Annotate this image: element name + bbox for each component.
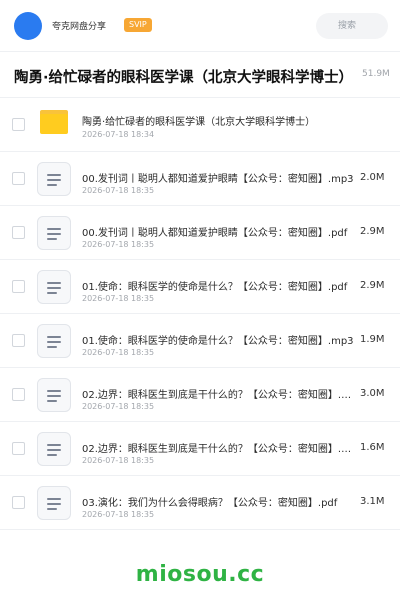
- item-size: 1.9M: [360, 334, 385, 345]
- item-name: 陶勇·给忙碌者的眼科医学课（北京大学眼科学博士）: [82, 117, 316, 128]
- document-icon: [37, 378, 71, 412]
- item-size: 1.6M: [360, 442, 385, 453]
- item-size: 3.0M: [360, 388, 385, 399]
- list-item[interactable]: 02.边界：眼科医生到底是干什么的？【公众号：密知圈】.pdf 2026-07-…: [0, 368, 400, 422]
- document-icon: [37, 162, 71, 196]
- row-checkbox[interactable]: [12, 388, 25, 401]
- folder-title-bar: 陶勇·给忙碌者的眼科医学课（北京大学眼科学博士） 51.9M: [0, 52, 400, 98]
- watermark: miosou.cc: [135, 562, 265, 587]
- item-date: 2026-07-18 18:35: [82, 402, 155, 411]
- document-icon: [37, 432, 71, 466]
- list-item[interactable]: 02.边界：眼科医生到底是干什么的？【公众号：密知圈】.mp3 2026-07-…: [0, 422, 400, 476]
- list-item[interactable]: 陶勇·给忙碌者的眼科医学课（北京大学眼科学博士） 2026-07-18 18:3…: [0, 98, 400, 152]
- svip-badge: SVIP: [124, 18, 152, 32]
- item-name: 02.边界：眼科医生到底是干什么的？【公众号：密知圈】.pdf: [82, 390, 354, 401]
- item-date: 2026-07-18 18:35: [82, 294, 155, 303]
- item-date: 2026-07-18 18:35: [82, 510, 155, 519]
- item-size: 3.1M: [360, 496, 385, 507]
- document-icon: [37, 216, 71, 250]
- item-name: 01.使命：眼科医学的使命是什么？【公众号：密知圈】.pdf: [82, 282, 348, 293]
- username: 夸克网盘分享: [52, 22, 107, 32]
- item-date: 2026-07-18 18:35: [82, 240, 155, 249]
- item-name: 02.边界：眼科医生到底是干什么的？【公众号：密知圈】.mp3: [82, 444, 354, 455]
- row-checkbox[interactable]: [12, 118, 25, 131]
- item-size: 2.9M: [360, 226, 385, 237]
- item-name: 00.发刊词丨聪明人都知道爱护眼睛【公众号：密知圈】.mp3: [82, 174, 354, 185]
- row-checkbox[interactable]: [12, 280, 25, 293]
- list-item[interactable]: 01.使命：眼科医学的使命是什么？【公众号：密知圈】.pdf 2026-07-1…: [0, 260, 400, 314]
- document-icon: [37, 324, 71, 358]
- page-title: 陶勇·给忙碌者的眼科医学课（北京大学眼科学博士）: [14, 70, 354, 86]
- list-item[interactable]: 00.发刊词丨聪明人都知道爱护眼睛【公众号：密知圈】.pdf 2026-07-1…: [0, 206, 400, 260]
- row-checkbox[interactable]: [12, 172, 25, 185]
- avatar[interactable]: [14, 12, 42, 40]
- row-checkbox[interactable]: [12, 442, 25, 455]
- item-size: 2.0M: [360, 172, 385, 183]
- row-checkbox[interactable]: [12, 226, 25, 239]
- item-date: 2026-07-18 18:34: [82, 130, 155, 139]
- document-icon: [37, 270, 71, 304]
- list-item[interactable]: 00.发刊词丨聪明人都知道爱护眼睛【公众号：密知圈】.mp3 2026-07-1…: [0, 152, 400, 206]
- item-date: 2026-07-18 18:35: [82, 186, 155, 195]
- item-name: 01.使命：眼科医学的使命是什么？【公众号：密知圈】.mp3: [82, 336, 354, 347]
- item-name: 03.演化：我们为什么会得眼病？【公众号：密知圈】.pdf: [82, 498, 338, 509]
- row-checkbox[interactable]: [12, 496, 25, 509]
- folder-icon: [40, 110, 68, 134]
- list-item[interactable]: 01.使命：眼科医学的使命是什么？【公众号：密知圈】.mp3 2026-07-1…: [0, 314, 400, 368]
- item-size: 2.9M: [360, 280, 385, 291]
- item-name: 00.发刊词丨聪明人都知道爱护眼睛【公众号：密知圈】.pdf: [82, 228, 348, 239]
- row-checkbox[interactable]: [12, 334, 25, 347]
- document-icon: [37, 486, 71, 520]
- app-header: 夸克网盘分享 SVIP 搜索: [0, 0, 400, 52]
- search-input[interactable]: 搜索: [316, 13, 388, 39]
- item-date: 2026-07-18 18:35: [82, 348, 155, 357]
- list-item[interactable]: 03.演化：我们为什么会得眼病？【公众号：密知圈】.pdf 2026-07-18…: [0, 476, 400, 530]
- folder-size: 51.9M: [362, 69, 390, 79]
- item-date: 2026-07-18 18:35: [82, 456, 155, 465]
